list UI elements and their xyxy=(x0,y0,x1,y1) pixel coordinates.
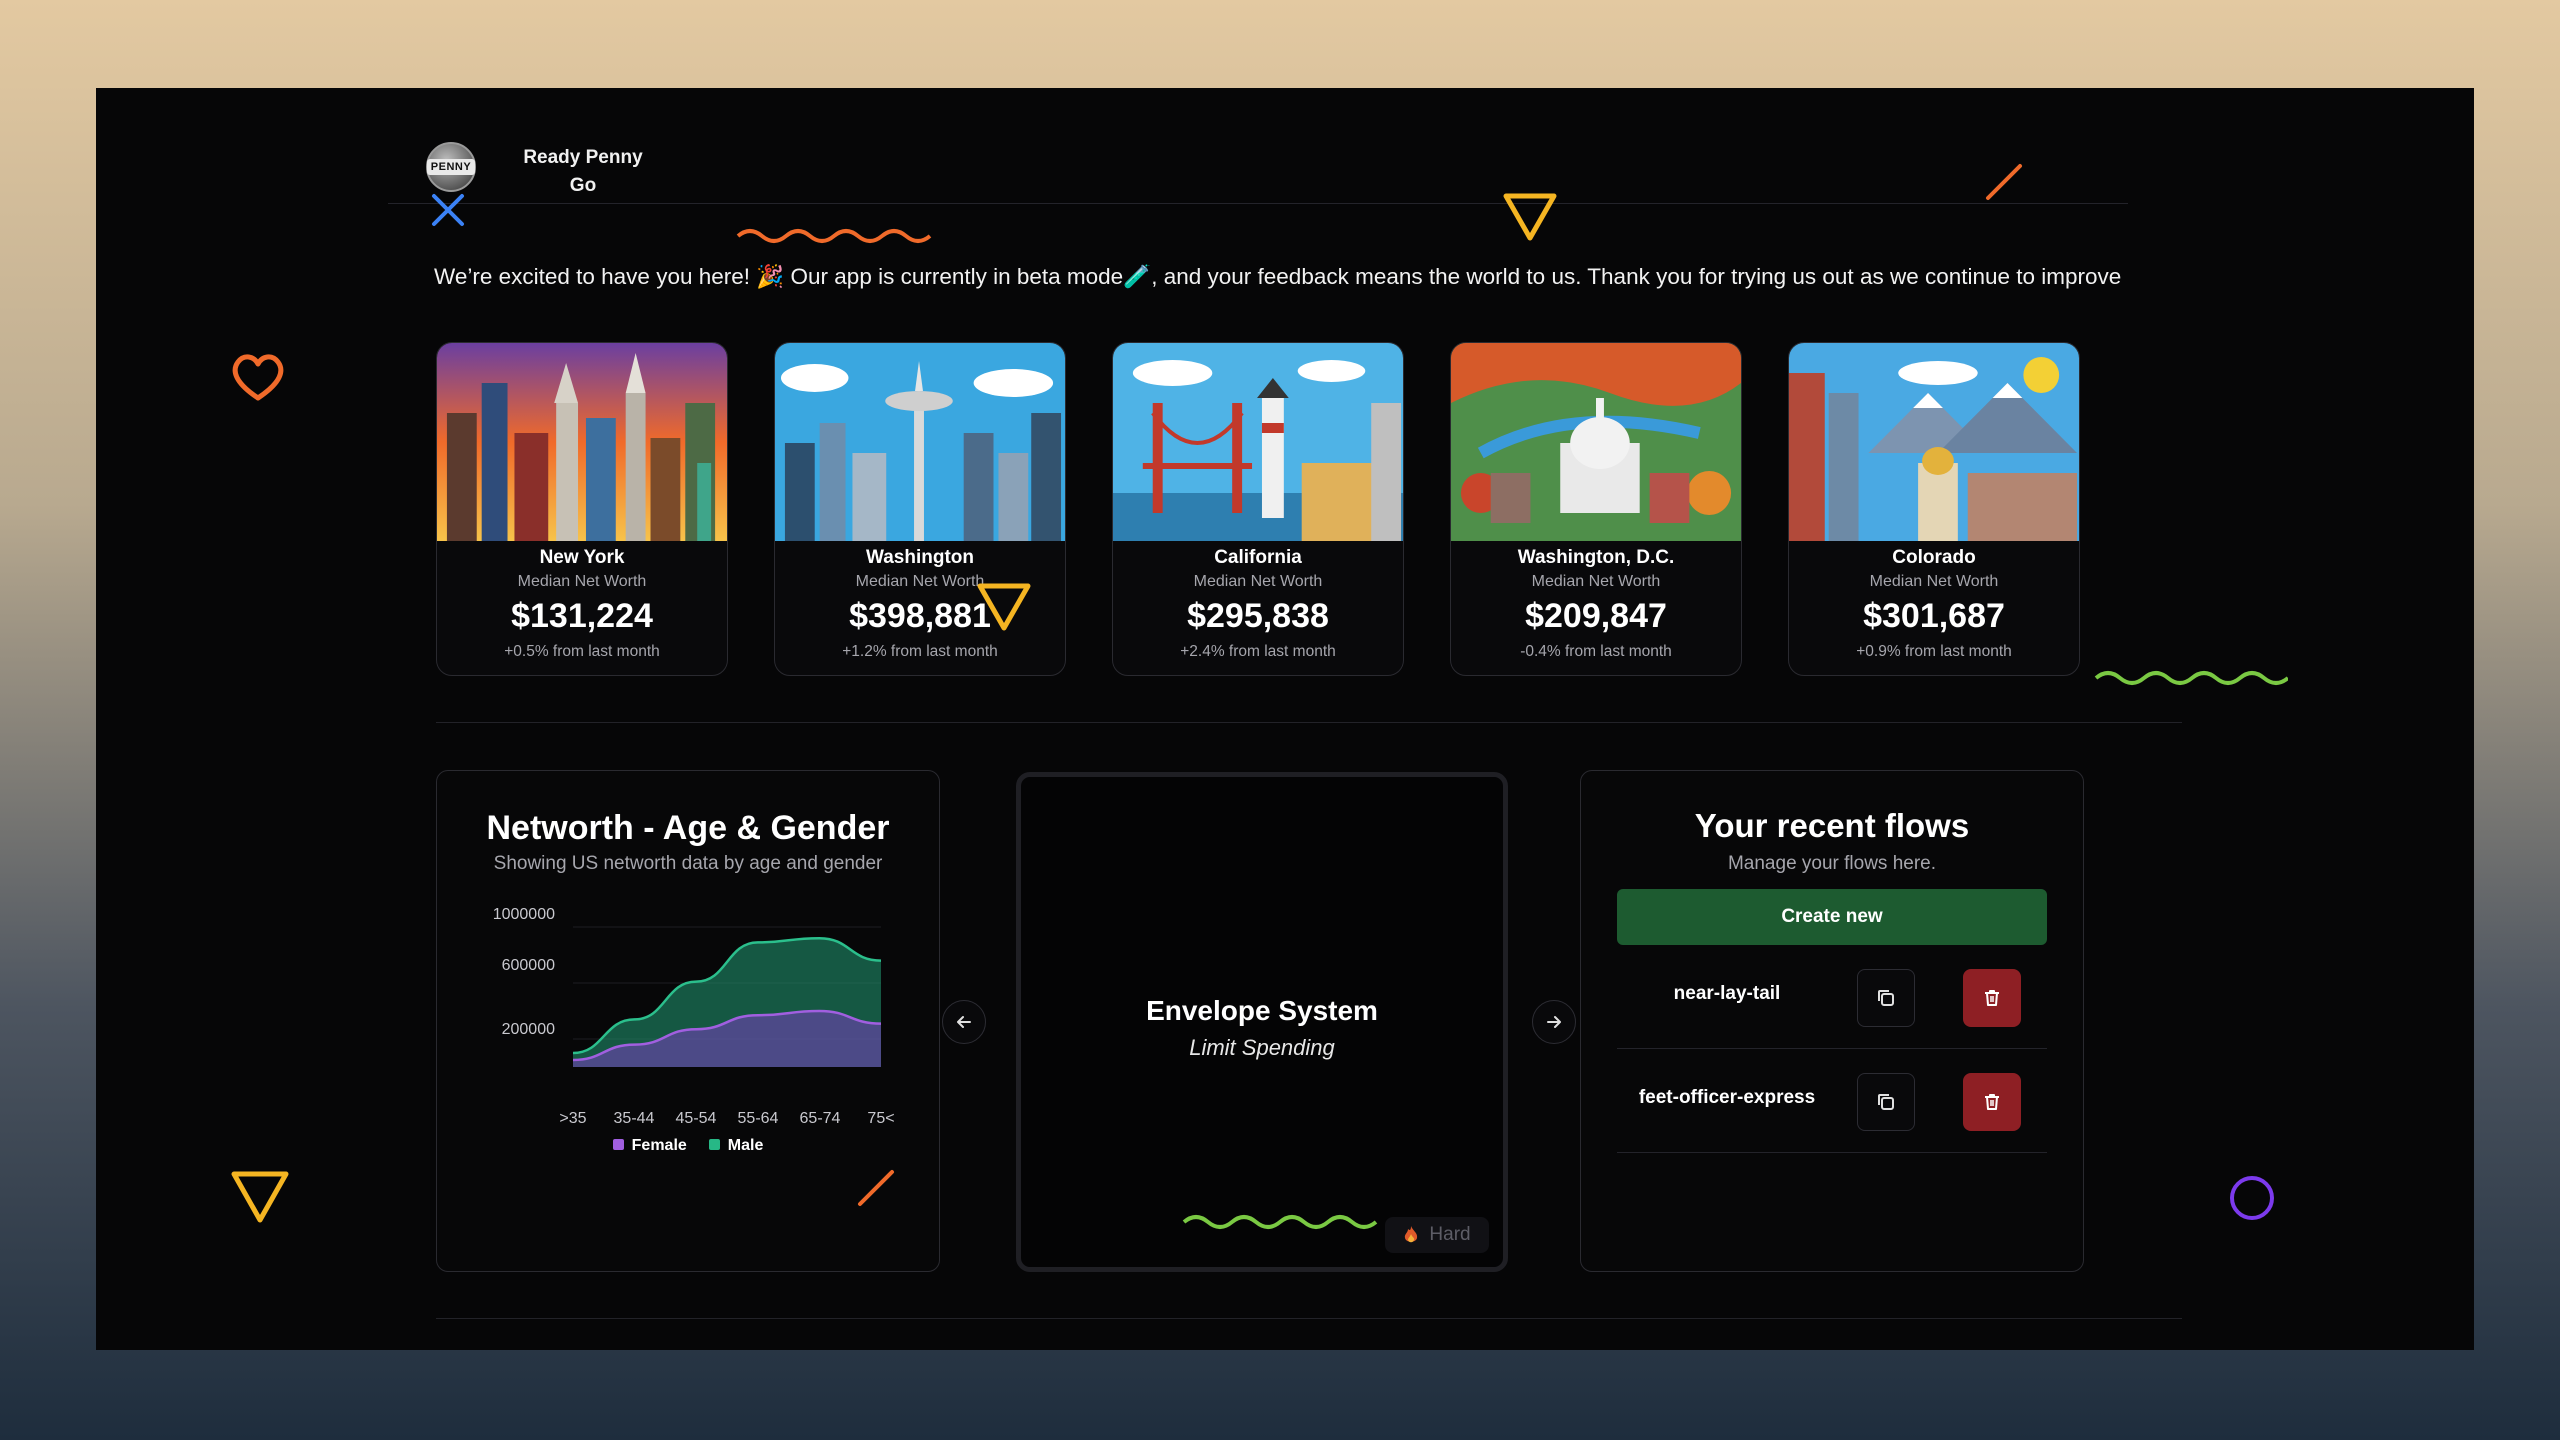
app-logo[interactable]: PENNY xyxy=(426,142,476,192)
x-tick-label: 75< xyxy=(867,1110,894,1127)
flow-card-title: Envelope System xyxy=(1146,995,1378,1026)
city-metric-label: Median Net Worth xyxy=(1869,573,1999,590)
x-tick-label: 65-74 xyxy=(800,1110,841,1127)
networth-area-chart: 1000000 600000 200000 >35 35-44 45-54 55… xyxy=(493,906,895,1127)
section-divider xyxy=(436,1318,2182,1319)
arrow-right-icon xyxy=(1547,1016,1561,1028)
city-name: Colorado xyxy=(1892,547,1976,568)
copy-flow-button[interactable] xyxy=(1857,969,1915,1027)
flow-card-envelope-system[interactable]: Envelope System Limit Spending Hard xyxy=(1016,772,1508,1272)
x-tick-label: 45-54 xyxy=(676,1110,717,1127)
chart-subtitle: Showing US networth data by age and gend… xyxy=(493,853,883,874)
wave-decoration-icon xyxy=(2094,671,2288,685)
flow-row: near-lay-tail xyxy=(1617,945,2047,1049)
city-median-value: $131,224 xyxy=(511,597,653,635)
triangle-decoration-icon xyxy=(231,1171,289,1223)
x-tick-label: 55-64 xyxy=(738,1110,779,1127)
close-x-decoration-icon xyxy=(432,194,464,226)
city-metric-label: Median Net Worth xyxy=(1193,573,1323,590)
difficulty-badge: Hard xyxy=(1385,1217,1489,1253)
difficulty-label: Hard xyxy=(1429,1224,1471,1245)
city-card-new-york[interactable]: New York Median Net Worth $131,224 +0.5%… xyxy=(436,342,728,676)
trash-icon xyxy=(1985,1094,1999,1110)
city-card-washington-dc[interactable]: Washington, D.C. Median Net Worth $209,8… xyxy=(1450,342,1742,676)
flow-card-subtitle: Limit Spending xyxy=(1189,1035,1335,1060)
city-median-value: $295,838 xyxy=(1187,597,1329,635)
legend-label: Female xyxy=(631,1137,687,1154)
x-tick-label: >35 xyxy=(559,1110,586,1127)
colorado-skyline-image xyxy=(1789,343,2079,541)
city-metric-label: Median Net Worth xyxy=(1531,573,1661,590)
wave-decoration-icon xyxy=(1182,1215,1378,1229)
copy-flow-button[interactable] xyxy=(1857,1073,1915,1131)
arrow-left-icon xyxy=(957,1016,971,1028)
city-change: +1.2% from last month xyxy=(842,643,998,660)
brand-line-1: Ready Penny xyxy=(523,147,643,168)
city-metric-label: Median Net Worth xyxy=(517,573,647,590)
city-change: +0.9% from last month xyxy=(1856,643,2012,660)
city-name: Washington, D.C. xyxy=(1517,547,1675,568)
city-name: Washington xyxy=(866,547,974,568)
legend-swatch xyxy=(708,1139,720,1150)
line-decoration-icon xyxy=(858,1170,894,1206)
wave-decoration-icon xyxy=(736,229,932,243)
carousel-prev-button[interactable] xyxy=(942,1000,986,1044)
carousel-next-button[interactable] xyxy=(1532,1000,1576,1044)
city-name: New York xyxy=(539,547,625,568)
brand-name[interactable]: Ready Penny Go xyxy=(508,144,658,200)
city-change: +0.5% from last month xyxy=(504,643,660,660)
triangle-decoration-icon xyxy=(1503,193,1557,241)
city-cards: New York Median Net Worth $131,224 +0.5%… xyxy=(436,342,2182,676)
circle-decoration-icon xyxy=(2230,1176,2274,1220)
y-tick-label: 1000000 xyxy=(493,906,555,923)
y-tick-label: 200000 xyxy=(502,1021,555,1038)
legend-swatch xyxy=(612,1139,624,1150)
city-change: +2.4% from last month xyxy=(1180,643,1336,660)
copy-icon xyxy=(1878,1094,1894,1110)
washington-skyline-image xyxy=(775,343,1065,541)
city-change: -0.4% from last month xyxy=(1520,643,1672,660)
brand-line-2: Go xyxy=(569,175,597,196)
flow-name[interactable]: near-lay-tail xyxy=(1617,983,1837,1005)
heart-decoration-icon xyxy=(232,354,284,401)
triangle-decoration-icon xyxy=(977,583,1031,631)
trash-icon xyxy=(1985,990,1999,1006)
city-name: California xyxy=(1214,547,1302,568)
recent-flows-title: Your recent flows xyxy=(1694,807,1970,844)
create-new-flow-button[interactable]: Create new xyxy=(1617,889,2047,945)
delete-flow-button[interactable] xyxy=(1963,1073,2021,1131)
x-tick-label: 35-44 xyxy=(614,1110,655,1127)
new-york-skyline-image xyxy=(437,343,727,541)
recent-flows-panel: Your recent flows Manage your flows here… xyxy=(1580,770,2084,1272)
y-tick-label: 600000 xyxy=(502,957,555,974)
fire-icon xyxy=(1405,1226,1418,1243)
flow-name[interactable]: feet-officer-express xyxy=(1617,1087,1837,1109)
copy-icon xyxy=(1878,990,1894,1006)
line-decoration-icon xyxy=(1986,164,2022,200)
city-median-value: $301,687 xyxy=(1863,597,2005,635)
city-median-value: $209,847 xyxy=(1525,597,1667,635)
legend-label: Male xyxy=(727,1137,764,1154)
flow-row: feet-officer-express xyxy=(1617,1049,2047,1153)
legend-item-female[interactable]: Female xyxy=(612,1137,687,1155)
app-window: PENNY Ready Penny Go We’re excited to ha… xyxy=(96,88,2474,1350)
chart-title: Networth - Age & Gender xyxy=(486,809,890,847)
chart-legend: Female Male xyxy=(437,1137,939,1155)
beta-welcome-banner: We’re excited to have you here! 🎉 Our ap… xyxy=(434,264,2122,289)
delete-flow-button[interactable] xyxy=(1963,969,2021,1027)
section-divider xyxy=(436,722,2182,723)
city-card-california[interactable]: California Median Net Worth $295,838 +2.… xyxy=(1112,342,1404,676)
recent-flows-subtitle: Manage your flows here. xyxy=(1727,853,1937,874)
california-skyline-image xyxy=(1113,343,1403,541)
washington-dc-skyline-image xyxy=(1451,343,1741,541)
logo-text: PENNY xyxy=(426,159,476,175)
legend-item-male[interactable]: Male xyxy=(708,1137,764,1155)
city-card-colorado[interactable]: Colorado Median Net Worth $301,687 +0.9%… xyxy=(1788,342,2080,676)
